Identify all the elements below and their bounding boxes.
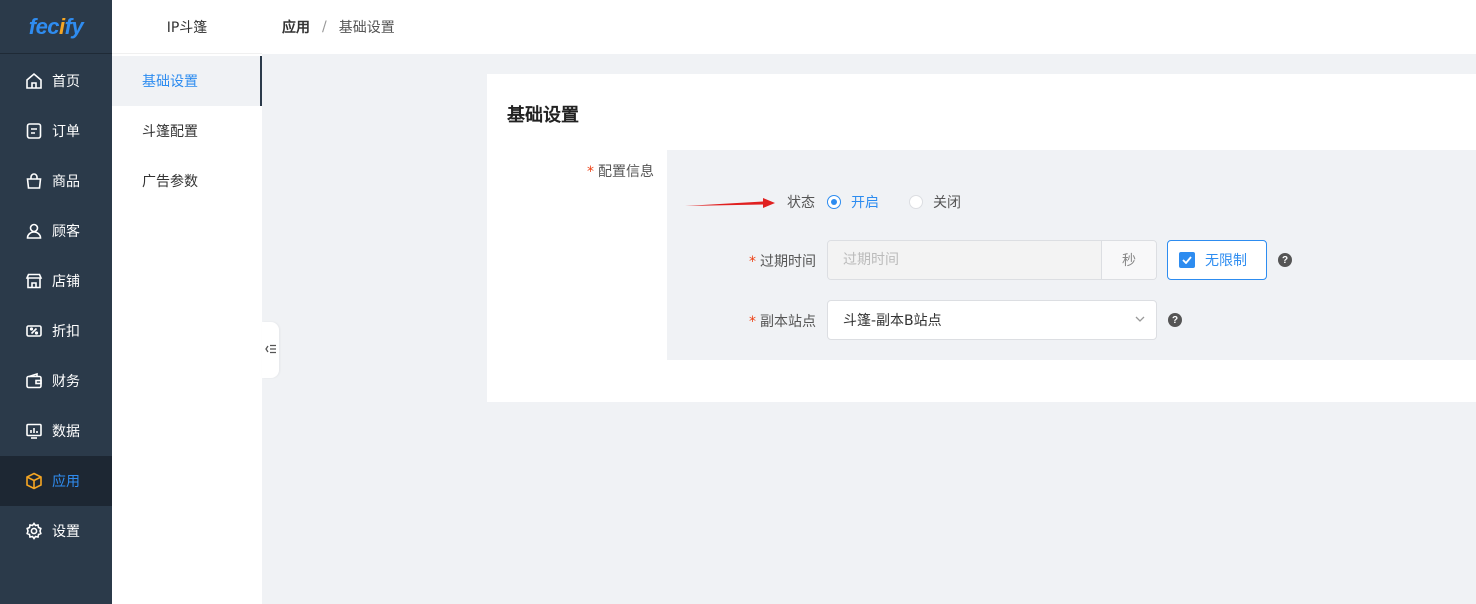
page-title: 基础设置 [507, 105, 579, 126]
order-icon [24, 121, 44, 141]
nav-item-data[interactable]: 数据 [0, 406, 112, 456]
store-icon [24, 271, 44, 291]
nav-label: 应用 [52, 474, 80, 490]
subnav-item-cloak-config[interactable]: 斗篷配置 [112, 106, 262, 156]
breadcrumb-current: 基础设置 [338, 20, 395, 36]
sub-sidebar: IP斗篷 基础设置 斗篷配置 广告参数 [112, 0, 262, 604]
chart-icon [24, 421, 44, 441]
user-icon [24, 221, 44, 241]
status-radio-off[interactable]: 关闭 [909, 192, 961, 212]
nav-item-settings[interactable]: 设置 [0, 506, 112, 556]
nav-item-home[interactable]: 首页 [0, 56, 112, 106]
bag-icon [24, 171, 44, 191]
nav-item-customers[interactable]: 顾客 [0, 206, 112, 256]
subnav-label: 斗篷配置 [142, 124, 198, 140]
wallet-icon [24, 371, 44, 391]
replica-help-icon[interactable]: ? [1168, 313, 1182, 327]
radio-dot [827, 195, 841, 209]
unlimited-checkbox[interactable]: 无限制 [1167, 240, 1267, 280]
main-sidebar: fecify 首页 订单 商品 顾客 店铺 折扣 财务 数据 应用 设置 [0, 0, 112, 604]
expire-label: * 过期时间 [749, 254, 816, 270]
expire-unit: 秒 [1101, 241, 1156, 279]
subnav-label: 基础设置 [142, 74, 198, 90]
replica-site-select[interactable]: 斗篷-副本B站点 [827, 300, 1157, 340]
expire-help-icon[interactable]: ? [1278, 253, 1292, 267]
radio-dot [909, 195, 923, 209]
config-info-label: * 配置信息 [587, 164, 654, 180]
breadcrumb-separator: / [322, 19, 327, 35]
gear-icon [24, 521, 44, 541]
nav-item-products[interactable]: 商品 [0, 156, 112, 206]
cube-icon [24, 471, 44, 491]
expire-input[interactable] [828, 241, 1101, 279]
config-panel: 状态 开启 关闭 *过期时间 秒 无限制 ? *副本站点 斗篷-副 [667, 150, 1476, 360]
settings-card: 基础设置 *配置信息 状态 开启 关闭 *过期时间 秒 无限制 ? [487, 74, 1476, 402]
status-label: 状态 [787, 195, 815, 211]
nav-label: 折扣 [52, 324, 80, 340]
subnav-item-ad-params[interactable]: 广告参数 [112, 156, 262, 206]
nav-item-orders[interactable]: 订单 [0, 106, 112, 156]
nav-label: 首页 [52, 74, 80, 90]
expire-input-group: 秒 [827, 240, 1157, 280]
nav-label: 顾客 [52, 224, 80, 240]
collapse-icon [264, 342, 277, 358]
nav-item-discount[interactable]: 折扣 [0, 306, 112, 356]
replica-label: * 副本站点 [749, 314, 816, 330]
collapse-sidebar-button[interactable] [262, 322, 279, 378]
breadcrumb-root[interactable]: 应用 [282, 17, 310, 37]
home-icon [24, 71, 44, 91]
nav-label: 店铺 [52, 274, 80, 290]
nav-item-store[interactable]: 店铺 [0, 256, 112, 306]
discount-icon [24, 321, 44, 341]
subnav-label: 广告参数 [142, 174, 198, 190]
annotation-arrow-icon [685, 195, 777, 217]
logo[interactable]: fecify [0, 0, 112, 54]
logo-text: fecify [28, 13, 84, 39]
top-header: 应用 / 基础设置 [262, 0, 1476, 54]
nav-label: 财务 [52, 374, 80, 390]
nav-item-finance[interactable]: 财务 [0, 356, 112, 406]
breadcrumb: 应用 / 基础设置 [282, 17, 395, 37]
checkbox-checked-icon [1179, 252, 1195, 268]
nav-label: 订单 [52, 124, 80, 140]
nav-item-apps[interactable]: 应用 [0, 456, 112, 506]
status-radio-on[interactable]: 开启 [827, 192, 879, 212]
nav-label: 商品 [52, 174, 80, 190]
select-value: 斗篷-副本B站点 [843, 313, 942, 329]
subnav-title: IP斗篷 [112, 0, 262, 54]
nav-label: 数据 [52, 424, 80, 440]
subnav-item-basic-settings[interactable]: 基础设置 [112, 56, 262, 106]
nav-label: 设置 [52, 524, 80, 540]
chevron-down-icon [1134, 313, 1146, 329]
required-mark: * [587, 164, 594, 180]
